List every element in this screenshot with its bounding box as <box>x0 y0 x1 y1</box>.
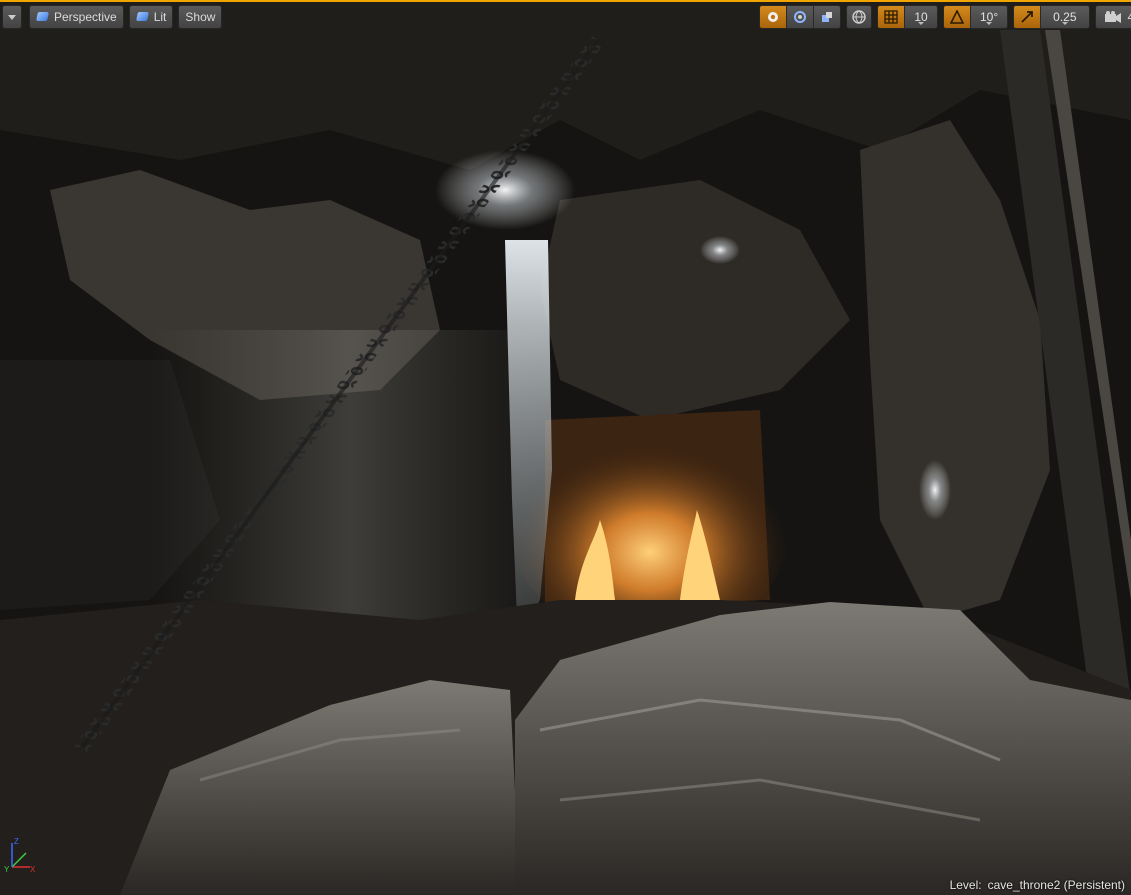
transform-mode-group <box>759 5 841 29</box>
chevron-down-icon <box>8 14 16 20</box>
world-local-toggle[interactable] <box>846 5 872 29</box>
level-status: Level: cave_throne2 (Persistent) <box>950 878 1125 892</box>
perspective-label: Perspective <box>54 10 117 24</box>
scale-arrow-icon <box>1019 9 1035 25</box>
level-viewport[interactable]: Perspective Lit Show 10 10° 0.25 4 X Y Z… <box>0 0 1131 895</box>
translate-mode-button[interactable] <box>760 6 786 28</box>
scale-mode-button[interactable] <box>813 6 840 28</box>
rotate-mode-button[interactable] <box>786 6 813 28</box>
perspective-cube-icon <box>36 11 50 23</box>
show-label: Show <box>185 10 216 24</box>
axis-y-line <box>11 852 27 868</box>
camera-speed-button[interactable]: 4 <box>1094 5 1131 29</box>
globe-icon <box>851 9 867 25</box>
translate-icon <box>765 9 781 25</box>
viewport-active-border <box>0 0 1131 2</box>
viewport-scene[interactable] <box>0 0 1131 895</box>
camera-icon <box>1102 9 1124 25</box>
rotate-icon <box>792 9 808 25</box>
show-button[interactable]: Show <box>178 5 223 29</box>
scale-snap-value-dropdown[interactable]: 0.25 <box>1040 6 1089 28</box>
angle-icon <box>949 9 965 25</box>
viewport-options-button[interactable] <box>2 5 22 29</box>
axis-x-label: X <box>30 865 36 874</box>
grid-snap-toggle[interactable] <box>878 6 904 28</box>
viewport-toolbar-left: Perspective Lit Show <box>2 5 223 29</box>
rotation-snap-group: 10° <box>943 5 1009 29</box>
axis-y-label: Y <box>4 865 10 874</box>
scale-snap-toggle[interactable] <box>1014 6 1041 28</box>
axis-z-label: Z <box>14 837 19 846</box>
grid-icon <box>883 9 899 25</box>
grid-snap-value: 10 <box>914 10 928 24</box>
rotation-snap-toggle[interactable] <box>944 6 970 28</box>
grid-snap-value-dropdown[interactable]: 10 <box>904 6 937 28</box>
viewport-toolbar-right: 10 10° 0.25 4 <box>759 5 1131 29</box>
axis-gizmo: X Y Z <box>4 837 36 874</box>
level-name: cave_throne2 (Persistent) <box>987 878 1125 892</box>
perspective-button[interactable]: Perspective <box>29 5 124 29</box>
lit-sphere-icon <box>136 11 150 23</box>
rotation-snap-value-dropdown[interactable]: 10° <box>970 6 1008 28</box>
level-label: Level: <box>949 878 982 892</box>
scale-icon <box>819 9 835 25</box>
scale-snap-group: 0.25 <box>1013 5 1090 29</box>
camera-speed-value: 4 <box>1127 10 1131 24</box>
scale-snap-value: 0.25 <box>1053 10 1077 24</box>
rotation-snap-value: 10° <box>980 10 999 24</box>
grid-snap-group: 10 <box>877 5 938 29</box>
lit-view-mode-button[interactable]: Lit <box>128 5 174 29</box>
lit-label: Lit <box>153 10 167 24</box>
